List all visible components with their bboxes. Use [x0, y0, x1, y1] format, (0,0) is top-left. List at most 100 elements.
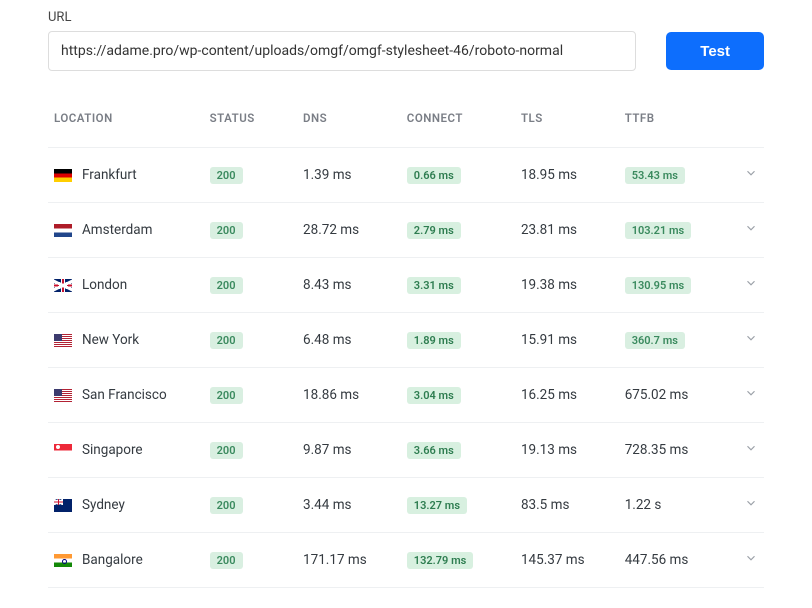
location-name: Amsterdam [82, 222, 152, 238]
test-button[interactable]: Test [666, 32, 764, 70]
cell-connect: 2.79 ms [401, 203, 515, 258]
connect-badge: 3.04 ms [407, 387, 461, 404]
url-input[interactable] [48, 31, 636, 71]
table-row[interactable]: San Francisco 200 18.86 ms 3.04 ms 16.25 ms6… [48, 368, 764, 423]
header-connect: CONNECT [401, 101, 515, 148]
flag-icon [54, 169, 72, 182]
expand-cell [733, 368, 764, 423]
location-name: New York [82, 332, 139, 348]
flag-icon [54, 389, 72, 402]
cell-ttfb: 53.43 ms [619, 148, 733, 203]
chevron-down-icon[interactable] [744, 498, 758, 514]
cell-location: Frankfurt [48, 148, 204, 203]
status-badge: 200 [210, 222, 243, 239]
cell-tls: 145.37 ms [515, 533, 619, 588]
chevron-down-icon[interactable] [744, 553, 758, 569]
chevron-down-icon[interactable] [744, 443, 758, 459]
location-name: Singapore [82, 442, 143, 458]
chevron-down-icon[interactable] [744, 168, 758, 184]
cell-status: 200 [204, 423, 297, 478]
connect-badge: 13.27 ms [407, 497, 467, 514]
cell-status: 200 [204, 148, 297, 203]
table-row[interactable]: Amsterdam20028.72 ms2.79 ms23.81 ms103.2… [48, 203, 764, 258]
flag-icon [54, 334, 72, 347]
connect-badge: 3.31 ms [407, 277, 461, 294]
connect-badge: 2.79 ms [407, 222, 461, 239]
cell-dns: 3.44 ms [297, 478, 401, 533]
expand-cell [733, 478, 764, 533]
cell-location: Sydney [48, 478, 204, 533]
cell-location: Singapore [48, 423, 204, 478]
cell-connect: 13.27 ms [401, 478, 515, 533]
flag-icon [54, 224, 72, 237]
expand-cell [733, 533, 764, 588]
cell-connect: 1.89 ms [401, 313, 515, 368]
header-status: STATUS [204, 101, 297, 148]
cell-tls: 16.25 ms [515, 368, 619, 423]
status-badge: 200 [210, 387, 243, 404]
ttfb-badge: 103.21 ms [625, 222, 692, 239]
flag-icon [54, 554, 72, 567]
cell-ttfb: 360.7 ms [619, 313, 733, 368]
cell-status: 200 [204, 533, 297, 588]
connect-badge: 132.79 ms [407, 552, 474, 569]
table-row[interactable]: Singapore2009.87 ms3.66 ms19.13 ms728.35… [48, 423, 764, 478]
location-name: Sydney [82, 497, 125, 513]
connect-badge: 3.66 ms [407, 442, 461, 459]
status-badge: 200 [210, 442, 243, 459]
status-badge: 200 [210, 332, 243, 349]
expand-cell [733, 313, 764, 368]
location-name: Frankfurt [82, 167, 137, 183]
cell-dns: 18.86 ms [297, 368, 401, 423]
cell-tls: 15.91 ms [515, 313, 619, 368]
cell-ttfb: 675.02 ms [619, 368, 733, 423]
chevron-down-icon[interactable] [744, 223, 758, 239]
location-name: San Francisco [82, 387, 167, 403]
cell-tls: 23.81 ms [515, 203, 619, 258]
flag-icon [54, 499, 72, 512]
flag-icon [54, 444, 72, 457]
cell-status: 200 [204, 203, 297, 258]
expand-cell [733, 203, 764, 258]
url-label: URL [48, 10, 764, 25]
cell-dns: 9.87 ms [297, 423, 401, 478]
table-row[interactable]: New York2006.48 ms1.89 ms15.91 ms360.7 m… [48, 313, 764, 368]
cell-ttfb: 1.22 s [619, 478, 733, 533]
table-row[interactable]: Bangalore200171.17 ms132.79 ms145.37 ms4… [48, 533, 764, 588]
cell-dns: 8.43 ms [297, 258, 401, 313]
cell-status: 200 [204, 478, 297, 533]
header-ttfb: TTFB [619, 101, 733, 148]
cell-tls: 19.38 ms [515, 258, 619, 313]
table-row[interactable]: London2008.43 ms3.31 ms19.38 ms130.95 ms [48, 258, 764, 313]
chevron-down-icon[interactable] [744, 333, 758, 349]
expand-cell [733, 423, 764, 478]
latency-panel: URL Test LOCATION STATUS DNS CONNECT TLS… [0, 0, 812, 608]
cell-status: 200 [204, 258, 297, 313]
expand-cell [733, 148, 764, 203]
cell-connect: 3.31 ms [401, 258, 515, 313]
cell-tls: 83.5 ms [515, 478, 619, 533]
chevron-down-icon[interactable] [744, 388, 758, 404]
location-name: Bangalore [82, 552, 143, 568]
cell-connect: 0.66 ms [401, 148, 515, 203]
header-tls: TLS [515, 101, 619, 148]
connect-badge: 1.89 ms [407, 332, 461, 349]
chevron-down-icon[interactable] [744, 278, 758, 294]
cell-tls: 19.13 ms [515, 423, 619, 478]
ttfb-badge: 53.43 ms [625, 167, 685, 184]
header-dns: DNS [297, 101, 401, 148]
table-header-row: LOCATION STATUS DNS CONNECT TLS TTFB [48, 101, 764, 148]
ttfb-badge: 360.7 ms [625, 332, 685, 349]
connect-badge: 0.66 ms [407, 167, 461, 184]
cell-location: Bangalore [48, 533, 204, 588]
status-badge: 200 [210, 277, 243, 294]
status-badge: 200 [210, 497, 243, 514]
cell-location: Amsterdam [48, 203, 204, 258]
cell-location: San Francisco [48, 368, 204, 423]
table-row[interactable]: Frankfurt2001.39 ms0.66 ms18.95 ms53.43 … [48, 148, 764, 203]
cell-tls: 18.95 ms [515, 148, 619, 203]
status-badge: 200 [210, 552, 243, 569]
table-row[interactable]: Sydney 200 3.44 ms 13.27 ms 83.5 ms1.22 s [48, 478, 764, 533]
cell-dns: 171.17 ms [297, 533, 401, 588]
cell-ttfb: 103.21 ms [619, 203, 733, 258]
